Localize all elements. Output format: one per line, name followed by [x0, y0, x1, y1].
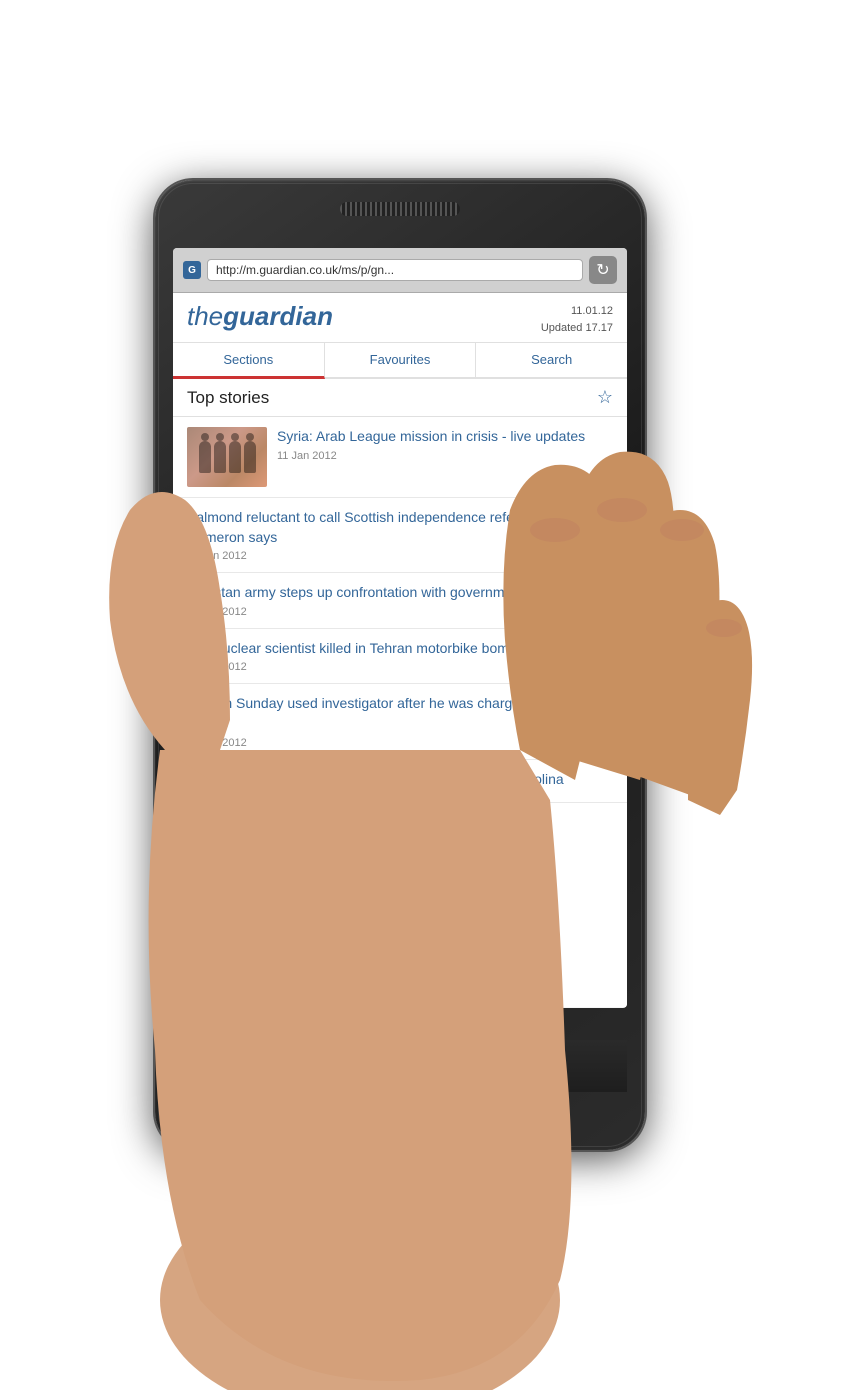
browser-bar: G http://m.guardian.co.uk/ms/p/gn... ↻: [173, 248, 627, 293]
list-item[interactable]: Iran nuclear scientist killed in Tehran …: [173, 629, 627, 685]
article-thumbnail: [187, 427, 267, 487]
article-title: Iran nuclear scientist killed in Tehran …: [187, 639, 613, 659]
list-item[interactable]: Salmond reluctant to call Scottish indep…: [173, 498, 627, 573]
section-header: Top stories ☆: [173, 379, 627, 417]
htc-brand: htc: [384, 1110, 417, 1128]
article-date: 11 Jan 2012: [187, 550, 613, 562]
article-date: 11 Jan 2012: [277, 450, 585, 462]
scene: G http://m.guardian.co.uk/ms/p/gn... ↻ t…: [0, 0, 865, 1390]
nav-favourites[interactable]: Favourites: [325, 343, 477, 377]
browser-favicon-icon: G: [183, 261, 201, 279]
nav-search[interactable]: Search: [476, 343, 627, 377]
article-title: Republican candidates chase Mitt Romney …: [187, 770, 613, 790]
speaker-grille: [340, 202, 460, 216]
news-list: Syria: Arab League mission in crisis - l…: [173, 417, 627, 803]
featured-article[interactable]: Syria: Arab League mission in crisis - l…: [173, 417, 627, 498]
browser-refresh-button[interactable]: ↻: [589, 256, 617, 284]
article-date: 11 Jan 2012: [187, 661, 613, 673]
article-date: 11 Jan 2012: [187, 606, 613, 618]
phone-device: G http://m.guardian.co.uk/ms/p/gn... ↻ t…: [155, 180, 645, 1150]
phone-screen: G http://m.guardian.co.uk/ms/p/gn... ↻ t…: [173, 248, 627, 1008]
guardian-header: theguardian 11.01.12 Updated 17.17: [173, 293, 627, 343]
logo-the: the: [187, 301, 223, 331]
list-item[interactable]: Pakistan army steps up confrontation wit…: [173, 573, 627, 629]
list-item[interactable]: Republican candidates chase Mitt Romney …: [173, 760, 627, 804]
search-hardware-button[interactable]: 🔍: [543, 1055, 565, 1078]
logo-guardian: guardian: [223, 301, 333, 331]
article-title: Pakistan army steps up confrontation wit…: [187, 583, 613, 603]
search-icon: 🔍: [543, 1055, 565, 1076]
nav-sections[interactable]: Sections: [173, 343, 325, 379]
browser-url[interactable]: http://m.guardian.co.uk/ms/p/gn...: [207, 259, 583, 281]
bookmark-star-icon[interactable]: ☆: [597, 387, 613, 408]
menu-icon: menu: [329, 1059, 361, 1071]
phone-bottom-bar: ⌂ menu ↩ 🔍: [173, 1040, 627, 1092]
article-title: Mail on Sunday used investigator after h…: [187, 694, 613, 733]
home-button[interactable]: ⌂: [235, 1055, 246, 1078]
guardian-logo: theguardian: [187, 303, 333, 329]
list-item[interactable]: Mail on Sunday used investigator after h…: [173, 684, 627, 759]
section-title: Top stories: [187, 388, 269, 408]
article-date: 11 Jan 2012: [187, 737, 613, 749]
home-icon: ⌂: [235, 1055, 246, 1076]
article-title: Salmond reluctant to call Scottish indep…: [187, 508, 613, 547]
back-icon: ↩: [444, 1055, 459, 1076]
guardian-navigation: Sections Favourites Search: [173, 343, 627, 379]
guardian-meta: 11.01.12 Updated 17.17: [541, 303, 613, 336]
back-button[interactable]: ↩: [444, 1055, 459, 1078]
article-title: Syria: Arab League mission in crisis - l…: [277, 427, 585, 446]
guardian-page: theguardian 11.01.12 Updated 17.17 Secti…: [173, 293, 627, 1007]
menu-button[interactable]: menu: [329, 1059, 361, 1073]
